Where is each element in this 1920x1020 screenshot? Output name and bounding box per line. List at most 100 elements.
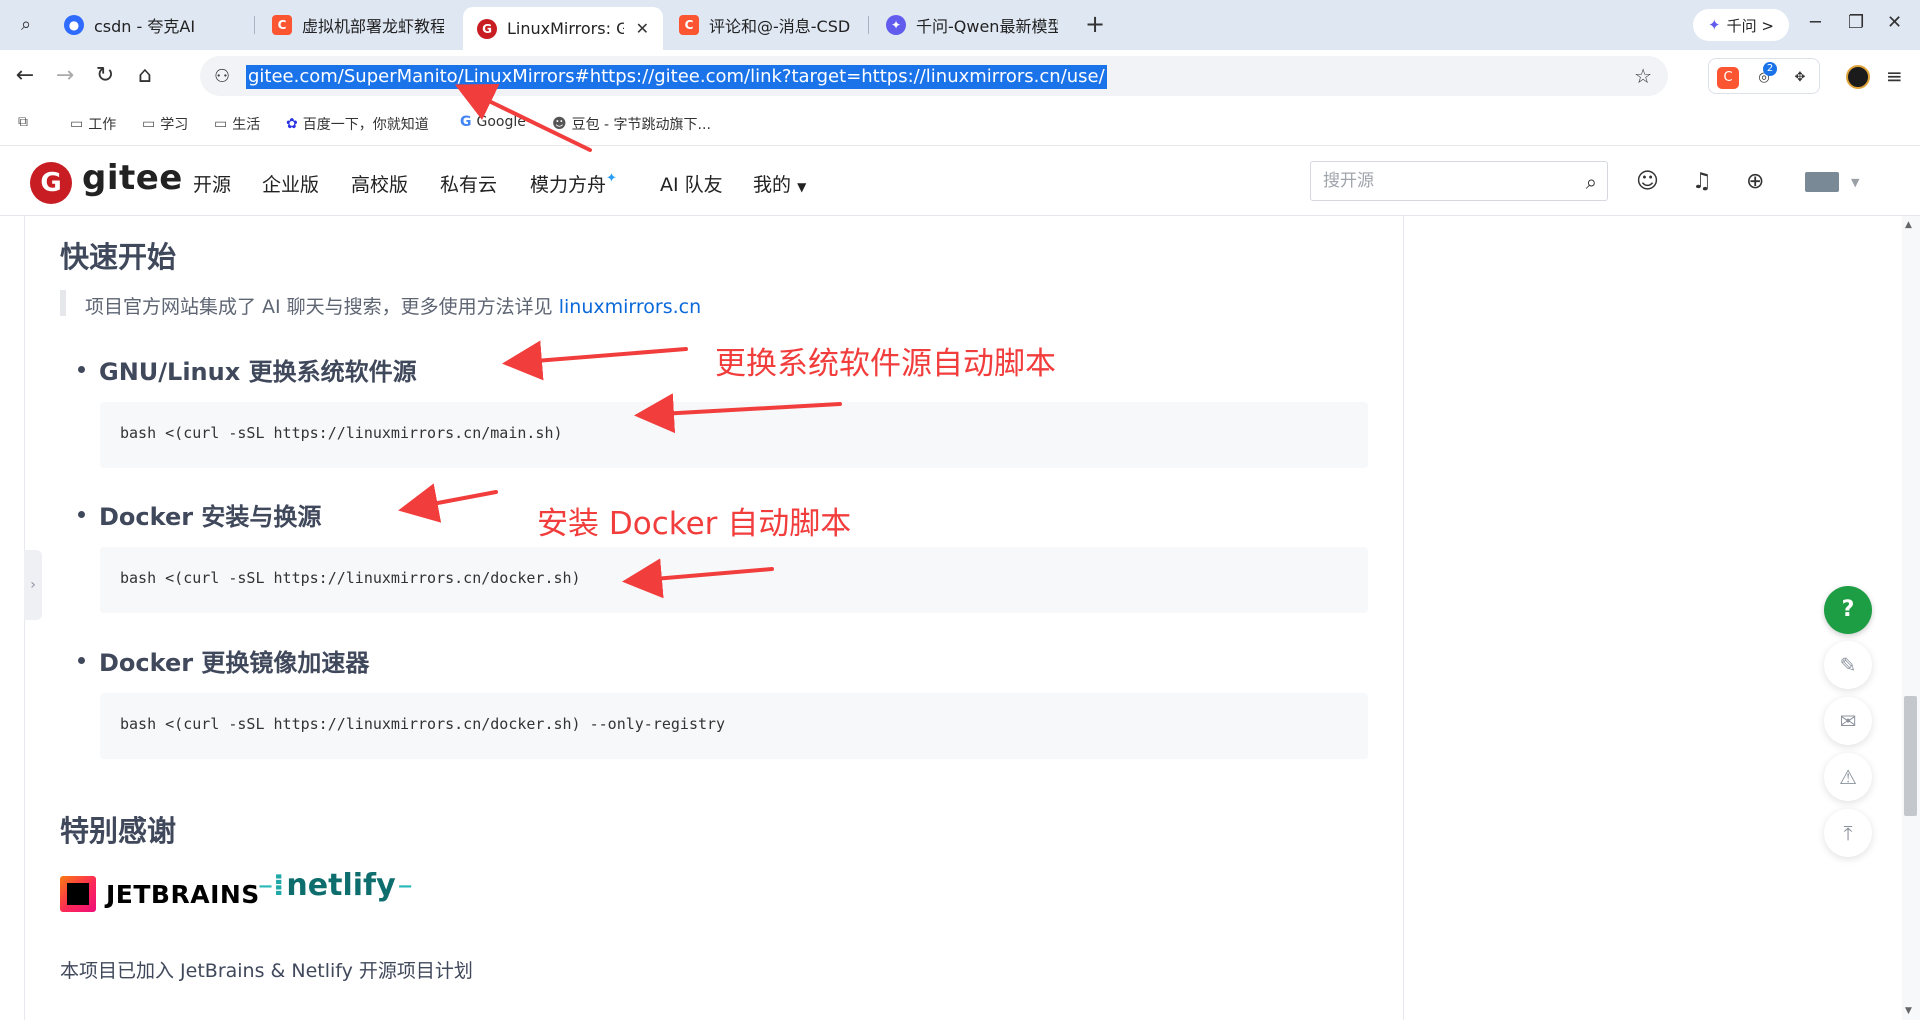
close-window-icon[interactable]: ✕ <box>1887 12 1902 33</box>
doubao-icon: ☻ <box>552 116 567 132</box>
tab-csdn-messages[interactable]: C 评论和@-消息-CSDN <box>665 7 865 43</box>
expand-sidebar-handle[interactable]: › <box>24 550 42 620</box>
gitee-header: G gitee 开源 企业版 高校版 私有云 模力方舟✦ AI 队友 我的 ▼ … <box>0 146 1920 216</box>
annotation-docker-script: 安装 Docker 自动脚本 <box>537 506 852 542</box>
nav-enterprise[interactable]: 企业版 <box>262 170 319 197</box>
menu-icon[interactable]: ≡ <box>1886 64 1903 88</box>
url-text[interactable]: gitee.com/SuperManito/LinuxMirrors#https… <box>246 65 1107 89</box>
bookmark-star-icon[interactable]: ☆ <box>1634 64 1652 88</box>
nav-ai-teammate[interactable]: AI 队友 <box>660 170 723 197</box>
bookmark-doubao[interactable]: ☻ 豆包 - 字节跳动旗下... <box>552 114 711 134</box>
jetbrains-icon <box>60 876 96 912</box>
folder-icon: ▭ <box>70 116 84 132</box>
forward-icon[interactable]: → <box>51 62 79 90</box>
sparkle-icon: ✦ <box>606 171 617 186</box>
gitee-logo-icon[interactable]: G <box>30 162 72 204</box>
linuxmirrors-link[interactable]: linuxmirrors.cn <box>559 296 701 318</box>
puzzle-icon[interactable]: ✥ <box>1789 67 1811 89</box>
thanks-heading: 特别感谢 <box>60 814 177 848</box>
nav-moli-fangzhou[interactable]: 模力方舟✦ <box>530 170 617 197</box>
code-block: bash <(curl -sSL https://linuxmirrors.cn… <box>100 693 1368 759</box>
report-button[interactable]: ⚠ <box>1824 753 1872 801</box>
nav-mine[interactable]: 我的 ▼ <box>753 170 806 197</box>
bullet <box>78 511 85 518</box>
qianwen-button[interactable]: ✦ 千问 > <box>1693 9 1789 41</box>
code-block: bash <(curl -sSL https://linuxmirrors.cn… <box>100 402 1368 468</box>
notification-badge: 2 <box>1763 62 1777 76</box>
back-icon[interactable]: ← <box>11 62 39 90</box>
home-icon[interactable]: ⌂ <box>131 62 159 90</box>
list-item: Docker 更换镜像加速器 <box>78 643 369 678</box>
tab-groups-icon[interactable]: ⧉ <box>18 114 28 130</box>
folder-icon: ▭ <box>142 116 156 132</box>
search-input[interactable] <box>1323 171 1563 191</box>
folder-icon: ▭ <box>214 116 228 132</box>
close-tab-icon[interactable]: ✕ <box>636 19 649 38</box>
minimize-icon[interactable]: ─ <box>1810 12 1821 33</box>
baidu-icon: ✿ <box>286 116 298 132</box>
reload-icon[interactable]: ↻ <box>91 62 119 90</box>
bookmark-work[interactable]: ▭ 工作 <box>70 114 116 134</box>
bookmark-study[interactable]: ▭ 学习 <box>142 114 188 134</box>
tab-separator <box>254 16 255 34</box>
list-item: GNU/Linux 更换系统软件源 <box>78 352 417 387</box>
csdn-icon: C <box>679 15 699 35</box>
bookmark-life[interactable]: ▭ 生活 <box>214 114 260 134</box>
quick-start-heading: 快速开始 <box>60 240 177 274</box>
tab-separator <box>868 16 869 34</box>
gitee-logo-text[interactable]: gitee <box>82 158 183 198</box>
back-to-top-button[interactable]: ⤒ <box>1824 809 1872 857</box>
qwen-icon: ✦ <box>1708 16 1721 34</box>
help-button[interactable]: ? <box>1824 586 1872 634</box>
readme-content: › 快速开始 项目官方网站集成了 AI 聊天与搜索，更多使用方法详见 linux… <box>0 216 1920 1020</box>
profile-avatar[interactable] <box>1846 65 1870 89</box>
feedback-button[interactable]: ✎ <box>1824 641 1872 689</box>
caret-down-icon: ▼ <box>797 180 807 194</box>
tab-qwen[interactable]: ✦ 千问-Qwen最新模型体 <box>872 7 1072 43</box>
bookmark-google[interactable]: G Google <box>460 114 526 130</box>
bullet <box>78 657 85 664</box>
restore-icon[interactable]: ❐ <box>1848 12 1864 33</box>
browser-toolbar: ← → ↻ ⌂ ⚇ gitee.com/SuperManito/LinuxMir… <box>0 50 1920 102</box>
csdn-extension-icon[interactable]: C <box>1717 67 1739 89</box>
google-icon: G <box>460 114 472 130</box>
tab-csdn-quark[interactable]: ● csdn - 夸克AI <box>50 7 250 43</box>
scrollbar-track[interactable] <box>1902 216 1920 1020</box>
new-tab-button[interactable]: + <box>1085 10 1105 38</box>
tab-linuxmirrors[interactable]: G LinuxMirrors: GN ✕ <box>463 7 663 50</box>
quark-icon: ● <box>64 15 84 35</box>
annotation-mirror-script: 更换系统软件源自动脚本 <box>715 346 1056 382</box>
nav-opensource[interactable]: 开源 <box>193 170 231 197</box>
address-bar[interactable]: ⚇ gitee.com/SuperManito/LinuxMirrors#htt… <box>200 56 1668 96</box>
tab-strip: ⌕ ● csdn - 夸克AI C 虚拟机部署龙虾教程 C G LinuxMir… <box>0 0 1920 50</box>
bullet <box>78 366 85 373</box>
code-block: bash <(curl -sSL https://linuxmirrors.cn… <box>100 547 1368 613</box>
nav-education[interactable]: 高校版 <box>351 170 408 197</box>
list-item: Docker 安装与换源 <box>78 497 321 532</box>
nav-private-cloud[interactable]: 私有云 <box>440 170 497 197</box>
qwen-icon: ✦ <box>886 15 906 35</box>
search-icon[interactable]: ⌕ <box>1586 170 1597 194</box>
jetbrains-logo[interactable]: JETBRAINS <box>60 876 260 912</box>
add-icon[interactable]: ⊕ <box>1746 169 1764 194</box>
robot-icon[interactable]: ☺ <box>1636 169 1659 194</box>
scroll-up-icon[interactable]: ▲ <box>1905 220 1912 230</box>
bookmark-baidu[interactable]: ✿ 百度一下，你就知道 <box>286 114 429 134</box>
blockquote-bar <box>60 290 66 316</box>
netlify-logo[interactable]: – ⁞ netlify – <box>258 868 413 903</box>
gitee-search: ⌕ <box>1310 161 1608 201</box>
user-avatar[interactable] <box>1805 172 1839 192</box>
tab-csdn-tutorial[interactable]: C 虚拟机部署龙虾教程 C <box>258 7 458 43</box>
gitee-icon: G <box>477 18 497 39</box>
netlify-icon: – <box>258 868 273 903</box>
site-info-icon[interactable]: ⚇ <box>214 66 230 87</box>
scroll-down-icon[interactable]: ▼ <box>1905 1006 1912 1016</box>
sidebar-border <box>1403 216 1404 1020</box>
mail-button[interactable]: ✉ <box>1824 697 1872 745</box>
tab-search-icon[interactable]: ⌕ <box>13 12 39 38</box>
caret-down-icon[interactable]: ▼ <box>1851 176 1859 189</box>
bell-icon[interactable]: ♫ <box>1692 169 1712 194</box>
scrollbar-thumb[interactable] <box>1904 696 1917 816</box>
credits-text: 本项目已加入 JetBrains & Netlify 开源项目计划 <box>60 960 473 982</box>
csdn-icon: C <box>272 15 292 35</box>
